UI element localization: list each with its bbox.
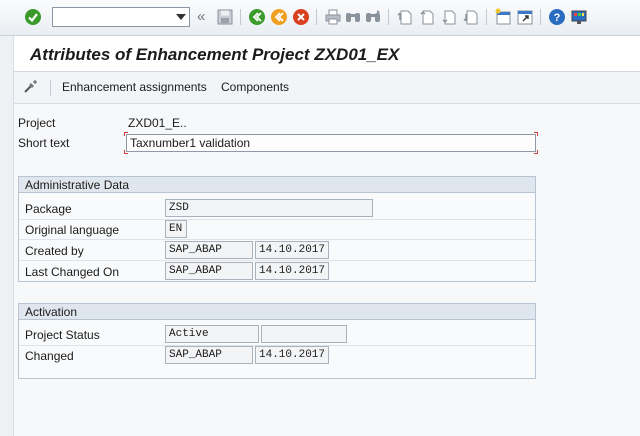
display-change-icon[interactable] (22, 79, 40, 97)
previous-page-icon[interactable] (418, 8, 436, 26)
created-on-date-field[interactable]: 14.10.2017 (255, 241, 329, 259)
components-button[interactable]: Components (221, 80, 289, 94)
create-session-icon[interactable] (494, 8, 512, 26)
changed-user-field[interactable]: SAP_ABAP (165, 346, 253, 364)
collapse-chevron-icon[interactable]: « (197, 8, 205, 26)
created-by-user-field[interactable]: SAP_ABAP (165, 241, 253, 259)
project-status-field[interactable]: Active (165, 325, 259, 343)
customize-layout-icon[interactable] (570, 8, 588, 26)
application-toolbar: Enhancement assignments Components (14, 72, 640, 104)
changed-date-field[interactable]: 14.10.2017 (255, 346, 329, 364)
first-page-icon[interactable] (396, 8, 414, 26)
last-changed-date-field[interactable]: 14.10.2017 (255, 262, 329, 280)
command-field[interactable] (52, 7, 190, 27)
svg-text:?: ? (554, 12, 561, 24)
package-field[interactable]: ZSD (165, 199, 373, 217)
exit-icon[interactable] (270, 8, 288, 26)
activation-title: Activation (25, 305, 78, 319)
check-icon[interactable] (24, 8, 42, 26)
administrative-data-title: Administrative Data (25, 178, 130, 192)
chevron-down-icon[interactable] (176, 14, 186, 20)
changed-label: Changed (25, 349, 74, 363)
enhancement-assignments-button[interactable]: Enhancement assignments (62, 80, 207, 94)
activation-group: Activation Project Status Active Changed… (18, 303, 536, 379)
print-icon[interactable] (324, 8, 342, 26)
save-icon[interactable] (216, 8, 234, 26)
page-title: Attributes of Enhancement Project ZXD01_… (30, 45, 400, 64)
activation-header: Activation (19, 304, 535, 320)
title-bar: Attributes of Enhancement Project ZXD01_… (14, 36, 640, 72)
project-status-label: Project Status (25, 328, 100, 342)
help-icon[interactable]: ? (548, 8, 566, 26)
package-label: Package (25, 202, 72, 216)
find-icon[interactable] (344, 8, 362, 26)
find-next-icon[interactable] (364, 8, 382, 26)
main-area: Project ZXD01_E.. Short text Taxnumber1 … (14, 104, 640, 436)
left-strip (0, 36, 14, 436)
administrative-data-group: Administrative Data Package ZSD Original… (18, 176, 536, 282)
short-text-input[interactable]: Taxnumber1 validation (126, 134, 536, 152)
original-language-field[interactable]: EN (165, 220, 187, 238)
last-page-icon[interactable] (462, 8, 480, 26)
original-language-label: Original language (25, 223, 120, 237)
project-value: ZXD01_E.. (128, 116, 187, 130)
back-icon[interactable] (248, 8, 266, 26)
standard-toolbar: « ? (0, 0, 640, 36)
last-changed-user-field[interactable]: SAP_ABAP (165, 262, 253, 280)
short-text-label: Short text (18, 136, 70, 150)
project-status-text-field[interactable] (261, 325, 347, 343)
cancel-icon[interactable] (292, 8, 310, 26)
administrative-data-header: Administrative Data (19, 177, 535, 193)
created-by-label: Created by (25, 244, 84, 258)
last-changed-label: Last Changed On (25, 265, 120, 279)
shortcut-icon[interactable] (516, 8, 534, 26)
project-label: Project (18, 116, 56, 130)
next-page-icon[interactable] (440, 8, 458, 26)
